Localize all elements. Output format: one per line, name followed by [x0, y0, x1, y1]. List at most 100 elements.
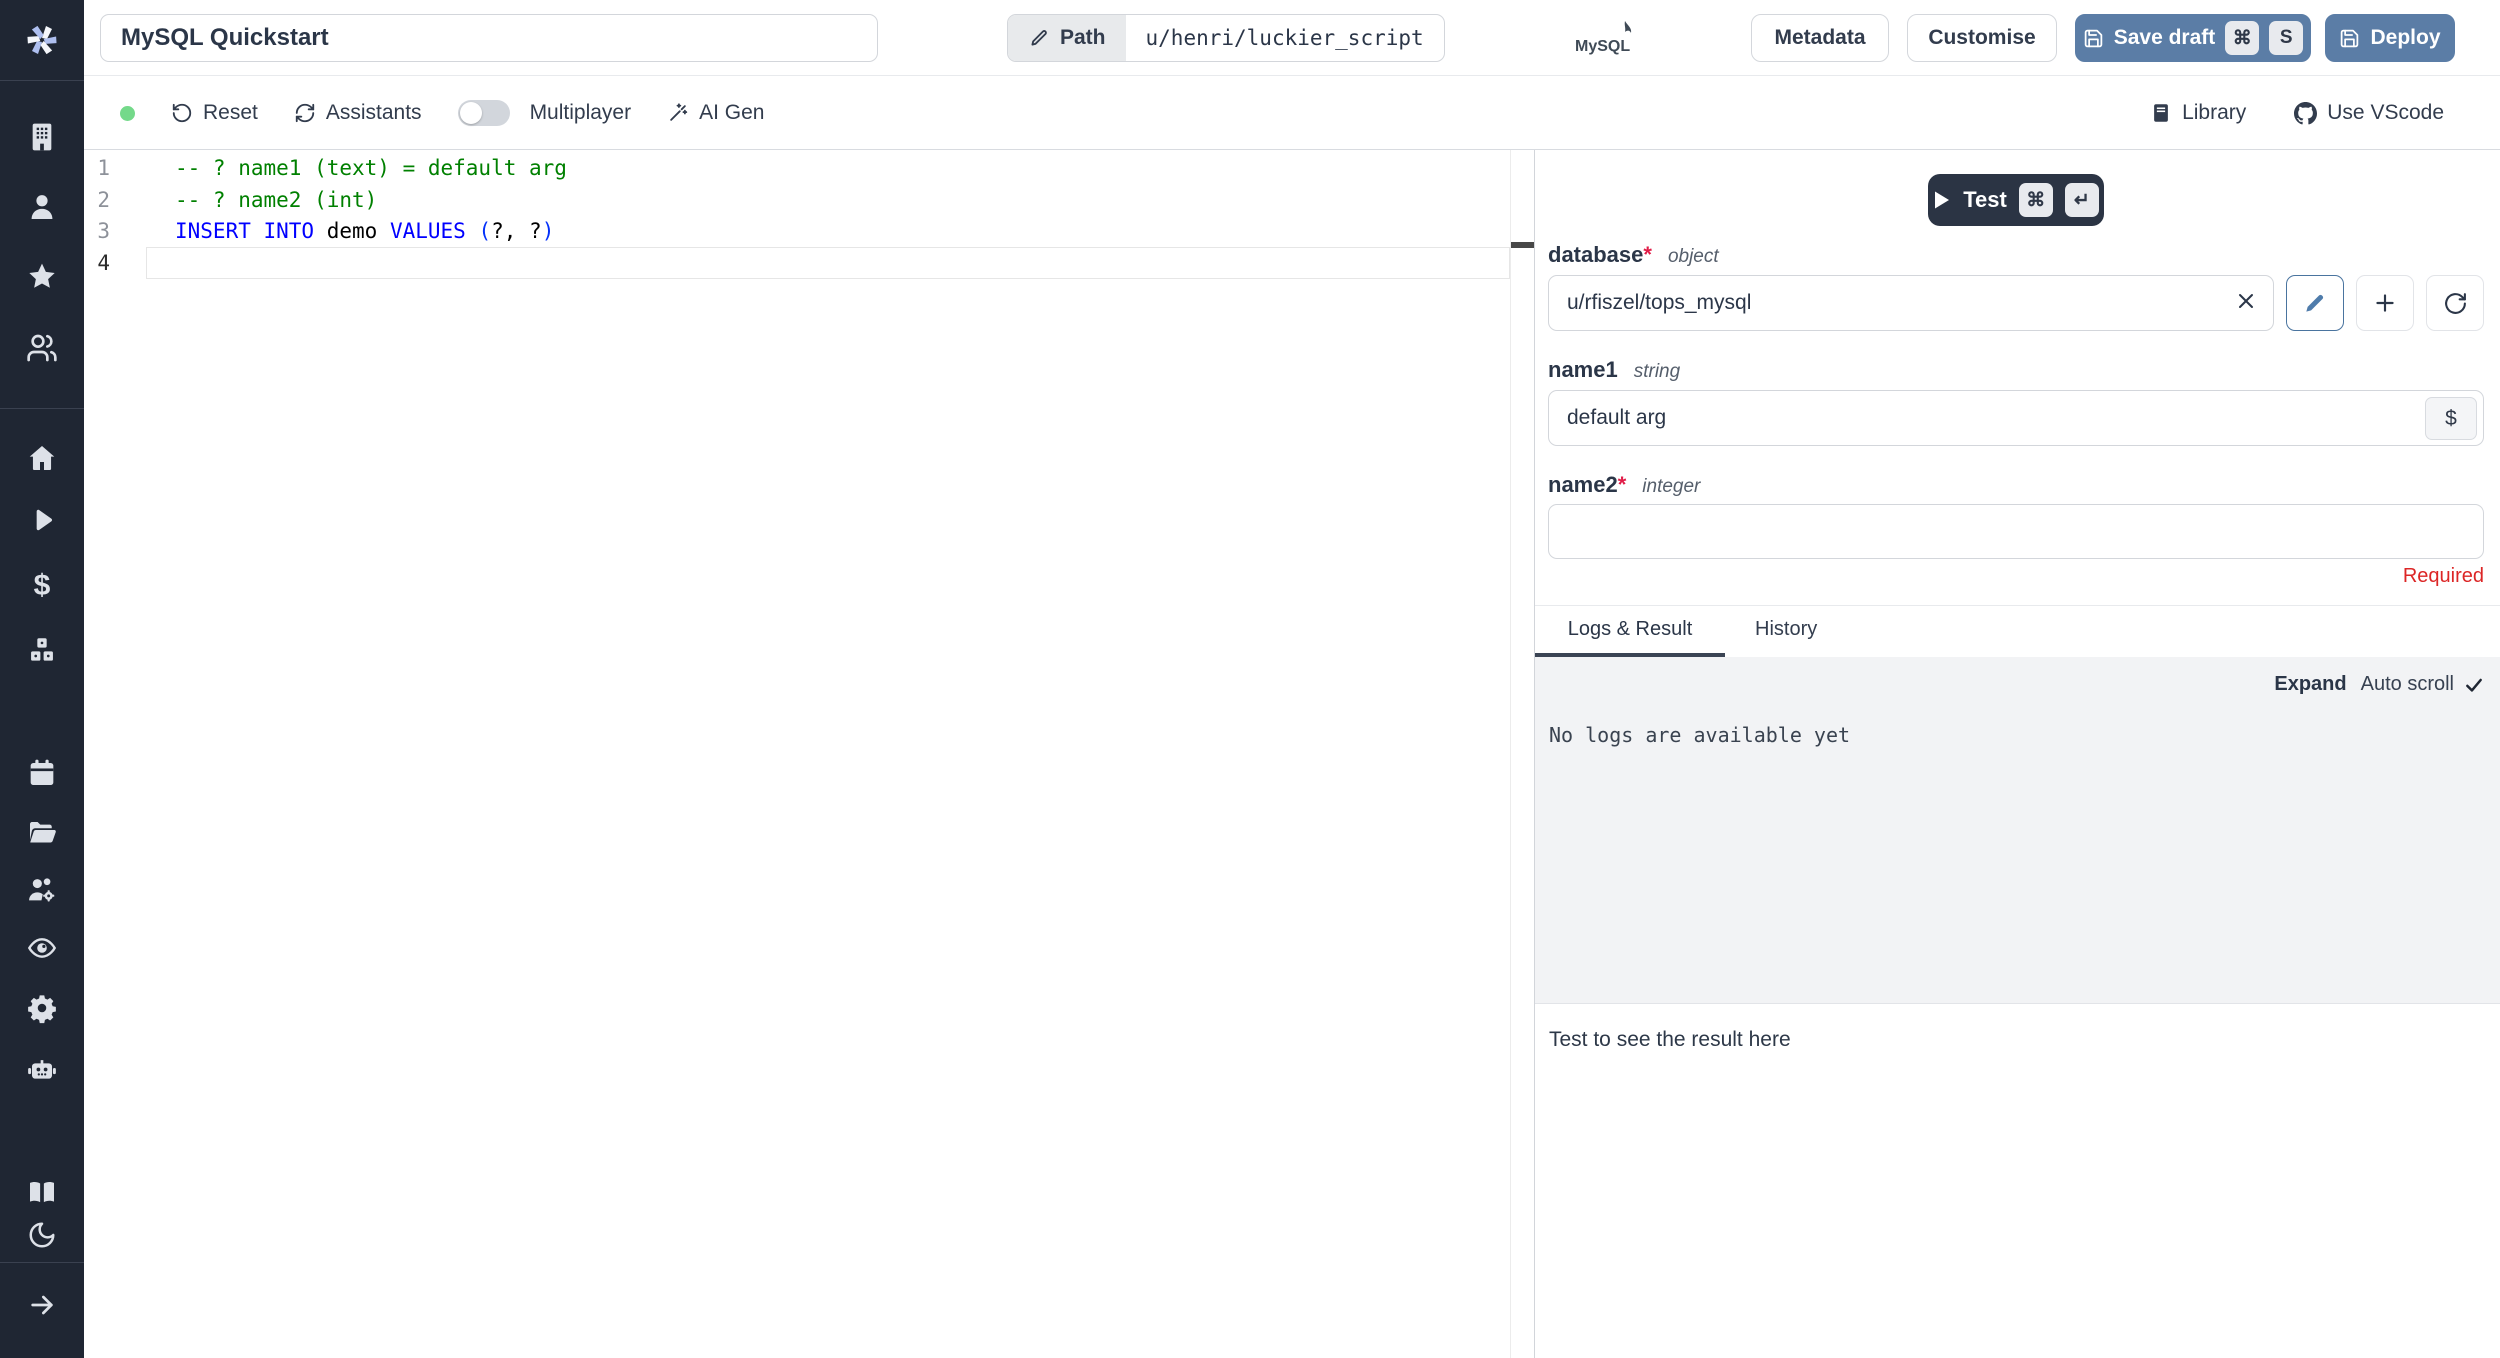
- sql-identifier: demo: [314, 219, 390, 243]
- logs-panel: Expand Auto scroll No logs are available…: [1535, 657, 2500, 1004]
- play-icon: [1935, 191, 1950, 209]
- play-icon: [36, 509, 53, 531]
- sidebar-item-resources[interactable]: [0, 628, 84, 672]
- moon-icon: [29, 1222, 55, 1248]
- star-icon: [29, 263, 55, 288]
- field-label-name1: name1 string: [1548, 357, 2484, 384]
- result-panel: Test to see the result here: [1535, 1004, 2500, 1358]
- sidebar-item-folders[interactable]: [0, 810, 84, 854]
- editor-line-active: 4: [84, 247, 1534, 279]
- deploy-button[interactable]: Deploy: [2325, 14, 2455, 62]
- code-text: INSERT INTO demo VALUES (?, ?): [175, 219, 554, 243]
- reset-label: Reset: [203, 101, 258, 124]
- toggle-knob: [459, 102, 482, 124]
- variable-picker-button[interactable]: $: [2425, 397, 2477, 440]
- pencil-icon: [2306, 294, 2324, 312]
- arrow-right-icon: [31, 1295, 53, 1315]
- sidebar-item-theme[interactable]: [0, 1213, 84, 1257]
- library-button[interactable]: Library: [2150, 101, 2246, 125]
- test-button[interactable]: Test ⌘ ↵: [1928, 174, 2104, 226]
- rotate-cw-icon: [2444, 292, 2466, 314]
- editor-line: 2 -- ? name2 (int): [84, 184, 1534, 216]
- sidebar-item-schedules[interactable]: [0, 751, 84, 795]
- field-name: database: [1548, 242, 1644, 267]
- editor-line: 3 INSERT INTO demo VALUES (?, ?): [84, 215, 1534, 247]
- sql-keyword: INSERT INTO: [175, 219, 315, 243]
- code-text: -- ? name1 (text) = default arg: [175, 156, 567, 180]
- sidebar-item-favorites[interactable]: [0, 255, 84, 299]
- toolbar-left: Reset Assistants Multiplayer AI Gen: [120, 76, 764, 150]
- users-gear-icon: [29, 878, 55, 902]
- mysql-logo-text: MySQL: [1575, 38, 1630, 55]
- logs-controls: Expand Auto scroll: [2274, 673, 2484, 696]
- s-key-badge: S: [2269, 21, 2304, 55]
- code-editor[interactable]: 1 -- ? name1 (text) = default arg 2 -- ?…: [84, 150, 1535, 1358]
- autoscroll-label: Auto scroll: [2360, 673, 2454, 695]
- sidebar-item-audit-logs[interactable]: [0, 926, 84, 970]
- multiplayer-toggle[interactable]: [457, 100, 510, 126]
- tab-logs-result[interactable]: Logs & Result: [1535, 606, 1725, 657]
- use-vscode-label: Use VScode: [2327, 101, 2444, 124]
- eye-icon: [27, 938, 57, 958]
- sidebar-divider: [0, 80, 84, 81]
- multiplayer-label: Multiplayer: [529, 101, 632, 124]
- toolbar-right: Library Use VScode: [2150, 76, 2444, 150]
- tab-label: History: [1755, 618, 1818, 640]
- clear-icon[interactable]: [2234, 289, 2258, 313]
- sidebar-item-workspace[interactable]: [0, 115, 84, 159]
- sidebar-item-workers[interactable]: [0, 1048, 84, 1092]
- autoscroll-toggle[interactable]: Auto scroll: [2361, 673, 2484, 696]
- assistants-button[interactable]: Assistants: [294, 101, 422, 125]
- path-value: u/henri/luckier_script: [1145, 26, 1424, 50]
- folder-open-icon: [30, 822, 56, 843]
- sidebar-collapse-toggle[interactable]: [0, 1283, 84, 1327]
- editor-toolbar: Reset Assistants Multiplayer AI Gen Libr…: [84, 76, 2500, 150]
- sidebar-item-docs[interactable]: [0, 1170, 84, 1214]
- sidebar-item-home[interactable]: [0, 436, 84, 480]
- sidebar-item-members[interactable]: [0, 326, 84, 370]
- name2-input[interactable]: [1548, 504, 2484, 559]
- script-title-input[interactable]: [100, 14, 878, 62]
- plus-icon: [2376, 294, 2394, 312]
- editor-scrollbar[interactable]: [1510, 150, 1535, 1358]
- enter-key-badge: ↵: [2064, 183, 2099, 217]
- run-form: Test ⌘ ↵ database * object u/rfiszel/top…: [1535, 150, 2500, 589]
- field-name: name1: [1548, 357, 1618, 382]
- cubes-icon: [31, 638, 53, 661]
- add-resource-button[interactable]: [2356, 275, 2414, 331]
- sql-placeholder: ?, ?: [491, 219, 542, 243]
- windmill-logo-icon[interactable]: [0, 18, 84, 62]
- ai-gen-button[interactable]: AI Gen: [667, 101, 764, 125]
- calendar-icon: [30, 759, 54, 785]
- customise-button[interactable]: Customise: [1907, 14, 2057, 62]
- use-vscode-button[interactable]: Use VScode: [2294, 101, 2444, 125]
- sql-keyword: VALUES: [389, 219, 466, 243]
- sidebar-item-groups-admin[interactable]: [0, 868, 84, 912]
- top-bar: Path u/henri/luckier_script MySQL Metada…: [84, 0, 2500, 76]
- name1-input[interactable]: [1548, 390, 2484, 446]
- database-input[interactable]: [1548, 275, 2274, 331]
- check-icon: [2466, 678, 2482, 692]
- edit-resource-button[interactable]: [2286, 275, 2344, 331]
- sql-bracket: ): [541, 219, 555, 243]
- library-label: Library: [2182, 101, 2247, 124]
- metadata-button[interactable]: Metadata: [1751, 14, 1889, 62]
- sidebar-item-variables[interactable]: $: [0, 564, 84, 608]
- field-type: integer: [1642, 476, 1701, 497]
- metadata-label: Metadata: [1774, 26, 1866, 49]
- sidebar-item-settings[interactable]: [0, 986, 84, 1030]
- expand-logs-button[interactable]: Expand: [2274, 673, 2346, 696]
- connection-status-dot: [120, 105, 135, 121]
- test-label: Test: [1963, 187, 2007, 212]
- refresh-icon: [295, 103, 315, 123]
- path-button[interactable]: Path u/henri/luckier_script: [1007, 14, 1445, 62]
- save-draft-button[interactable]: Save draft ⌘ S: [2075, 14, 2311, 62]
- reset-button[interactable]: Reset: [171, 101, 258, 125]
- refresh-resource-button[interactable]: [2426, 275, 2484, 331]
- dollar-icon: $: [33, 569, 51, 602]
- sidebar-item-user[interactable]: [0, 185, 84, 229]
- tab-history[interactable]: History: [1755, 606, 1817, 657]
- save-icon: [2341, 29, 2359, 47]
- sidebar-item-runs[interactable]: [0, 498, 84, 542]
- cmd-key-badge: ⌘: [2018, 183, 2053, 217]
